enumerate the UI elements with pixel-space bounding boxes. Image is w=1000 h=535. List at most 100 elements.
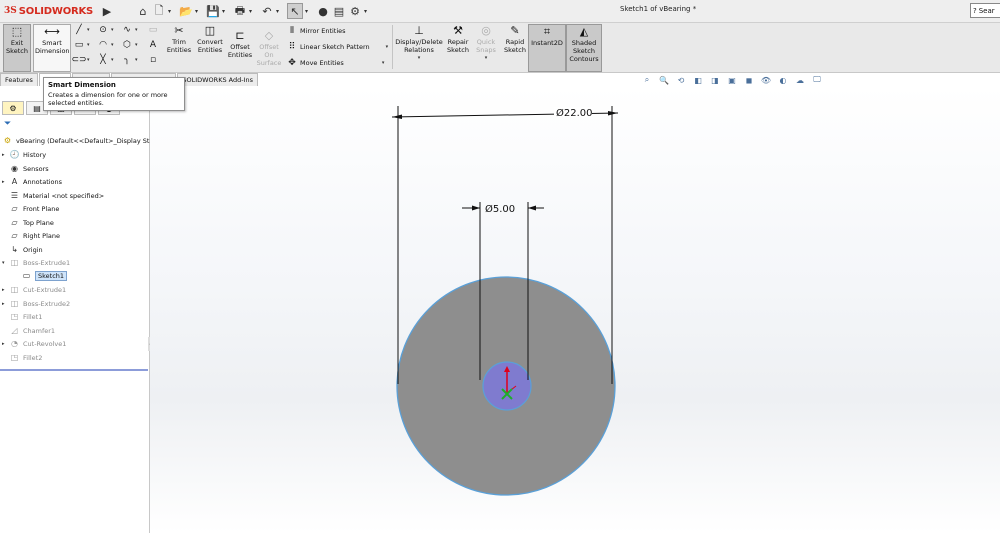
tree-item-cut-extrude1[interactable]: ▸ ◫ Cut-Extrude1 <box>2 284 66 295</box>
tree-item-label: Fillet2 <box>23 353 43 362</box>
inner-dimension-text[interactable]: Ø5.00 <box>485 203 515 215</box>
quick-snaps-button[interactable]: ◎ Quick Snaps ▾ <box>475 24 497 62</box>
zoom-to-fit-icon[interactable]: ⌕ <box>640 75 654 85</box>
linear-sketch-pattern-button[interactable]: ⠿ Linear Sketch Pattern ▾ <box>287 42 388 52</box>
move-entities-button[interactable]: ✥ Move Entities ▾ <box>287 58 384 68</box>
section-view-icon[interactable]: ◧ <box>691 75 705 85</box>
rollback-bar[interactable] <box>0 369 148 371</box>
text-tool[interactable]: A <box>148 40 161 50</box>
flyout-arrow-icon[interactable]: ▶ <box>100 4 114 18</box>
save-dropdown-icon[interactable]: ▾ <box>222 4 230 18</box>
exit-sketch-icon: ⬚ <box>11 24 23 38</box>
offset-on-surface-button[interactable]: ◇ Offset On Surface <box>255 29 283 68</box>
tree-item-origin[interactable]: ↳ Origin <box>2 244 43 255</box>
view-orientation-icon[interactable]: ▣ <box>725 75 739 85</box>
options-dropdown-icon[interactable]: ▾ <box>364 4 372 18</box>
line-tool[interactable]: ╱ ▾ <box>74 25 89 35</box>
shaded-sketch-contours-button[interactable]: ◭ Shaded Sketch Contours <box>566 24 602 72</box>
fillet-tool[interactable]: ╮ ▾ <box>122 55 137 65</box>
zoom-to-area-icon[interactable]: 🔍 <box>657 75 671 85</box>
options-icon[interactable]: ⚙ <box>348 4 362 18</box>
tree-item-front-plane[interactable]: ▱ Front Plane <box>2 203 59 214</box>
tree-root[interactable]: ⚙ vBearing (Default<<Default>_Display St <box>2 135 150 146</box>
tree-item-material-not-specified[interactable]: ☰ Material <not specified> <box>2 190 104 201</box>
rapid-sketch-button[interactable]: ✎ Rapid Sketch <box>503 24 527 55</box>
offset-entities-button[interactable]: ⊏ Offset Entities <box>226 29 254 60</box>
expand-arrow-icon[interactable]: ▸ <box>2 179 9 185</box>
arc-tool[interactable]: ◠ ▾ <box>98 40 113 50</box>
rebuild-icon[interactable]: ● <box>316 4 330 18</box>
polygon-tool[interactable]: ⬡ ▾ <box>122 40 137 50</box>
annotations-icon: A <box>11 177 18 186</box>
home-icon[interactable]: ⌂ <box>136 4 150 18</box>
point-tool[interactable]: ▫ <box>148 55 161 65</box>
repair-sketch-button[interactable]: ⚒ Repair Sketch <box>446 23 470 55</box>
smart-dimension-tooltip: Smart Dimension Creates a dimension for … <box>43 77 185 111</box>
expand-arrow-icon[interactable]: ▸ <box>2 287 9 293</box>
search-box[interactable]: ? Sear <box>970 3 1000 18</box>
tab-solidworks-add-ins[interactable]: SOLIDWORKS Add-Ins <box>177 73 258 87</box>
expand-arrow-icon[interactable]: ▾ <box>2 260 9 266</box>
new-icon[interactable]: 🗋 <box>152 4 166 18</box>
tree-item-fillet2[interactable]: ◳ Fillet2 <box>2 352 43 363</box>
expand-arrow-icon[interactable]: ▸ <box>2 152 9 158</box>
file-properties-icon[interactable]: ▤ <box>332 4 346 18</box>
select-icon[interactable]: ↖ <box>287 3 303 19</box>
extrude-icon: ◫ <box>10 299 19 308</box>
undo-dropdown-icon[interactable]: ▾ <box>276 4 284 18</box>
dynamic-annotation-icon[interactable]: ◨ <box>708 75 722 85</box>
tree-item-boss-extrude2[interactable]: ▸ ◫ Boss-Extrude2 <box>2 298 70 309</box>
expand-arrow-icon[interactable]: ▸ <box>2 301 9 307</box>
select-dropdown-icon[interactable]: ▾ <box>305 4 313 18</box>
previous-view-icon[interactable]: ⟲ <box>674 75 688 85</box>
trim-entities-button[interactable]: ✂ Trim Entities <box>164 24 194 55</box>
open-dropdown-icon[interactable]: ▾ <box>195 4 203 18</box>
rectangle-tool[interactable]: ▭ ▾ <box>74 40 90 50</box>
tab-features[interactable]: Features <box>0 73 38 87</box>
outer-dimension-text[interactable]: Ø22.00 <box>556 107 593 119</box>
edit-appearance-icon[interactable]: ◐ <box>776 75 790 85</box>
convert-entities-button[interactable]: ◫ Convert Entities <box>195 24 225 55</box>
new-dropdown-icon[interactable]: ▾ <box>168 4 176 18</box>
offset-entities-label: Offset Entities <box>227 43 253 59</box>
apply-scene-icon[interactable]: ☁ <box>793 75 807 85</box>
centerline-tool[interactable]: ╳ ▾ <box>98 55 113 65</box>
spline-tool[interactable]: ∿ ▾ <box>122 25 137 35</box>
display-delete-relations-button[interactable]: ⊥ Display/Delete Relations ▾ <box>395 24 443 62</box>
tree-item-sensors[interactable]: ◉ Sensors <box>2 163 49 174</box>
feature-manager-tab-icon[interactable]: ⚙ <box>2 101 24 115</box>
plane-tool[interactable]: ▭ <box>148 25 161 35</box>
save-icon[interactable]: 💾 <box>206 4 220 18</box>
exit-sketch-button[interactable]: ⬚ Exit Sketch <box>3 24 31 72</box>
tooltip-body: Creates a dimension for one or more sele… <box>48 91 168 107</box>
tree-item-chamfer1[interactable]: ◿ Chamfer1 <box>2 325 55 336</box>
solidworks-logo[interactable]: 3S SOLIDWORKS <box>4 3 93 19</box>
expand-arrow-icon[interactable]: ▸ <box>2 341 9 347</box>
repair-sketch-icon: ⚒ <box>453 23 463 37</box>
print-icon[interactable]: 🖶 <box>233 4 247 18</box>
tree-item-top-plane[interactable]: ▱ Top Plane <box>2 217 53 228</box>
tree-item-annotations[interactable]: ▸ A Annotations <box>2 176 62 187</box>
open-icon[interactable]: 📂 <box>179 4 193 18</box>
mirror-entities-button[interactable]: ⫴ Mirror Entities <box>287 26 345 36</box>
tree-item-fillet1[interactable]: ◳ Fillet1 <box>2 311 43 322</box>
tree-item-boss-extrude1[interactable]: ▾ ◫ Boss-Extrude1 <box>2 257 70 268</box>
hide-show-items-icon[interactable]: 👁 <box>759 75 773 85</box>
smart-dimension-button[interactable]: ⟷ Smart Dimension <box>33 24 71 72</box>
instant2d-button[interactable]: ⌗ Instant2D <box>528 24 566 72</box>
revolve-icon: ◔ <box>11 339 18 348</box>
tree-item-right-plane[interactable]: ▱ Right Plane <box>2 230 60 241</box>
smart-dimension-icon: ⟷ <box>44 24 60 38</box>
sketch-canvas[interactable]: Ø22.00 Ø5.00 <box>150 86 1000 533</box>
graphics-area[interactable]: Ø22.00 Ø5.00 <box>150 86 1000 533</box>
tree-item-sketch1[interactable]: ▭ Sketch1 <box>14 270 68 281</box>
slot-tool[interactable]: ⊂⊃ ▾ <box>71 55 89 65</box>
filter-icon[interactable]: ⏷ <box>4 119 11 129</box>
tree-item-history[interactable]: ▸ 🕘 History <box>2 149 46 160</box>
undo-icon[interactable]: ↶ <box>260 4 274 18</box>
print-dropdown-icon[interactable]: ▾ <box>249 4 257 18</box>
view-settings-icon[interactable]: 🖵 <box>810 75 824 85</box>
circle-tool[interactable]: ⊙ ▾ <box>98 25 113 35</box>
tree-item-cut-revolve1[interactable]: ▸ ◔ Cut-Revolve1 <box>2 338 66 349</box>
display-style-icon[interactable]: ◼ <box>742 75 756 85</box>
